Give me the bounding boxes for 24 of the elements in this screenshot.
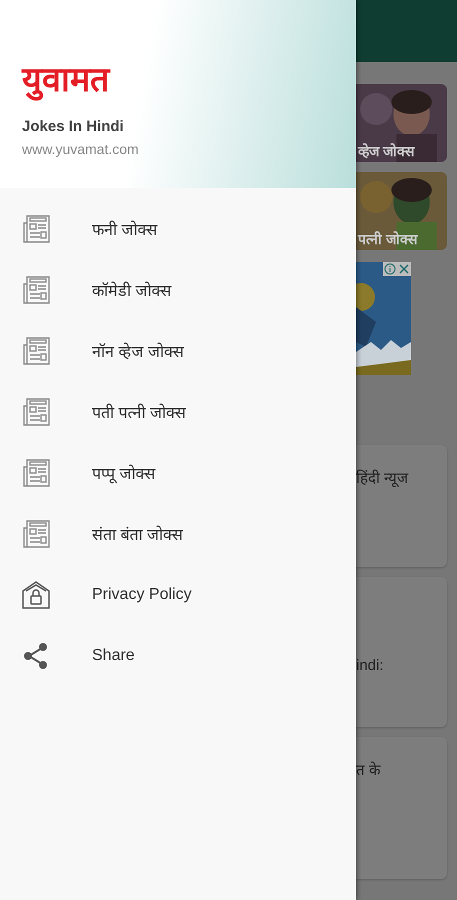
news-card[interactable]: त के [356,737,447,879]
news-card[interactable]: हिंदी न्यूज [356,445,447,567]
menu-item[interactable]: पती पत्नी जोक्स [0,381,356,442]
card-caption: व्हेज जोक्स [358,142,414,160]
close-icon[interactable] [398,263,410,275]
news-title: त के [356,762,382,779]
app-subtitle: Jokes In Hindi [22,118,124,135]
menu-item[interactable]: कॉमेडी जोक्स [0,259,356,320]
menu-item[interactable]: Share [0,625,356,686]
website-url: www.yuvamat.com [22,141,139,157]
house-lock-icon [20,578,52,610]
card-caption: पत्नी जोक्स [358,230,417,248]
info-icon[interactable] [384,263,396,275]
category-card[interactable]: पत्नी जोक्स [356,172,447,250]
news-title: हिंदी न्यूज [356,470,408,487]
menu-item[interactable]: फनी जोक्स [0,198,356,259]
menu-item[interactable]: पप्पू जोक्स [0,442,356,503]
menu-item[interactable]: संता बंता जोक्स [0,503,356,564]
news-card[interactable]: indi: [356,577,447,727]
menu-item[interactable]: Privacy Policy [0,564,356,625]
app-logo: युवामत [22,59,109,102]
news-title: indi: [356,657,384,674]
category-card[interactable]: व्हेज जोक्स [356,84,447,162]
menu-item[interactable]: नॉन व्हेज जोक्स [0,320,356,381]
